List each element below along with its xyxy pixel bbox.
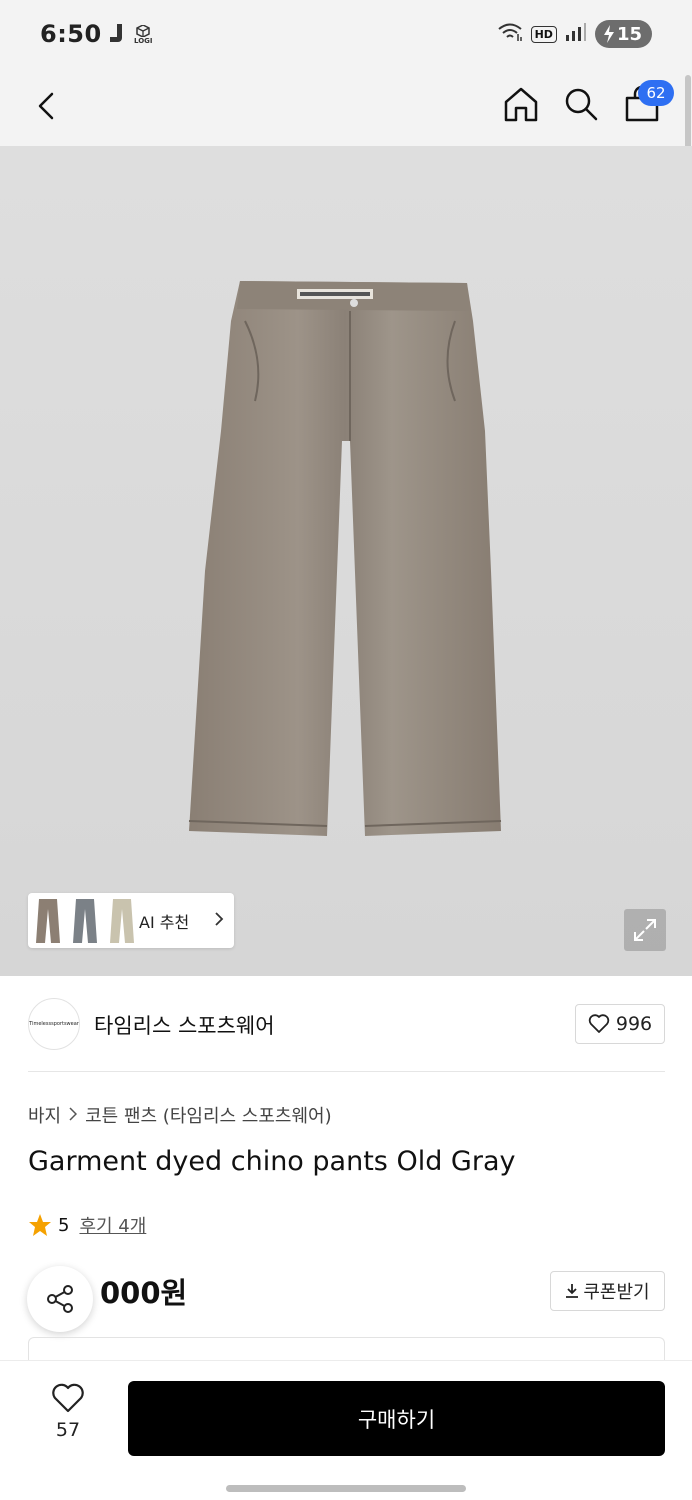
logi-label: LOGI [134, 37, 153, 45]
app-header [0, 70, 692, 146]
coupon-button[interactable]: 쿠폰받기 [550, 1271, 665, 1311]
review-link[interactable]: 후기 4개 [79, 1212, 146, 1238]
wishlist-count: 57 [55, 1419, 81, 1441]
divider [28, 1071, 665, 1072]
brand-like-count: 996 [615, 1013, 653, 1035]
status-time: 6:50 [40, 20, 102, 48]
brand-like-button[interactable]: 996 [575, 1004, 665, 1044]
wifi-icon [497, 22, 523, 46]
share-icon [47, 1285, 73, 1313]
charging-bolt-icon [603, 25, 614, 43]
status-bar: 6:50 LOGI HD 15 [0, 0, 692, 70]
notification-app-icon [108, 24, 124, 46]
brand-name[interactable]: 타임리스 스포츠웨어 [94, 1010, 275, 1040]
ai-recommend-label: AI 추천 [139, 912, 190, 932]
bottom-action-bar: 57 구매하기 [0, 1360, 692, 1500]
thumbnail-brown[interactable] [31, 897, 65, 945]
heart-icon [52, 1383, 84, 1413]
brand-logo-text: Timelesssportswear [29, 1021, 79, 1027]
search-button[interactable] [562, 84, 600, 124]
coupon-label: 쿠폰받기 [583, 1282, 650, 1303]
breadcrumb-separator-icon [69, 1105, 78, 1126]
thumbnail-gray[interactable] [68, 897, 102, 945]
thumbnail-beige[interactable] [105, 897, 139, 945]
chevron-right-icon [214, 911, 224, 931]
heart-icon [588, 1014, 610, 1033]
product-image [188, 281, 502, 836]
rating-row: 5 후기 4개 [28, 1212, 146, 1238]
brand-logo[interactable]: Timelesssportswear [28, 998, 80, 1050]
ai-recommend-strip[interactable]: AI 추천 [28, 893, 234, 948]
expand-icon [634, 919, 656, 941]
buy-button[interactable]: 구매하기 [128, 1381, 665, 1456]
rating-value: 5 [58, 1214, 70, 1236]
brand-row[interactable]: Timelesssportswear 타임리스 스포츠웨어 996 [0, 976, 692, 1072]
breadcrumb-subcategory[interactable]: 코튼 팬츠 (타임리스 스포츠웨어) [85, 1102, 332, 1128]
battery-indicator: 15 [594, 20, 652, 48]
share-button[interactable] [27, 1266, 93, 1332]
back-arrow-icon [38, 92, 54, 120]
star-icon [29, 1214, 51, 1236]
product-title: Garment dyed chino pants Old Gray [28, 1146, 516, 1177]
cart-count-badge: 62 [638, 80, 674, 106]
back-button[interactable] [32, 86, 64, 126]
price-value: 000원 [100, 1276, 188, 1310]
battery-level: 15 [616, 23, 642, 45]
breadcrumb: 바지 코튼 팬츠 (타임리스 스포츠웨어) [28, 1102, 332, 1128]
home-indicator[interactable] [226, 1485, 466, 1492]
hd-badge: HD [530, 25, 557, 43]
product-image-gallery[interactable]: AI 추천 [0, 146, 692, 976]
logi-icon: LOGI [134, 25, 153, 45]
signal-icon [565, 22, 587, 46]
breadcrumb-category[interactable]: 바지 [28, 1102, 61, 1128]
wishlist-button[interactable]: 57 [40, 1383, 96, 1453]
expand-image-button[interactable] [624, 909, 666, 951]
status-left-icons: LOGI [108, 24, 153, 46]
home-button[interactable] [502, 84, 540, 124]
search-icon [565, 88, 598, 121]
home-icon [504, 87, 538, 122]
status-right-icons: HD 15 [497, 20, 652, 48]
download-icon [566, 1284, 579, 1298]
